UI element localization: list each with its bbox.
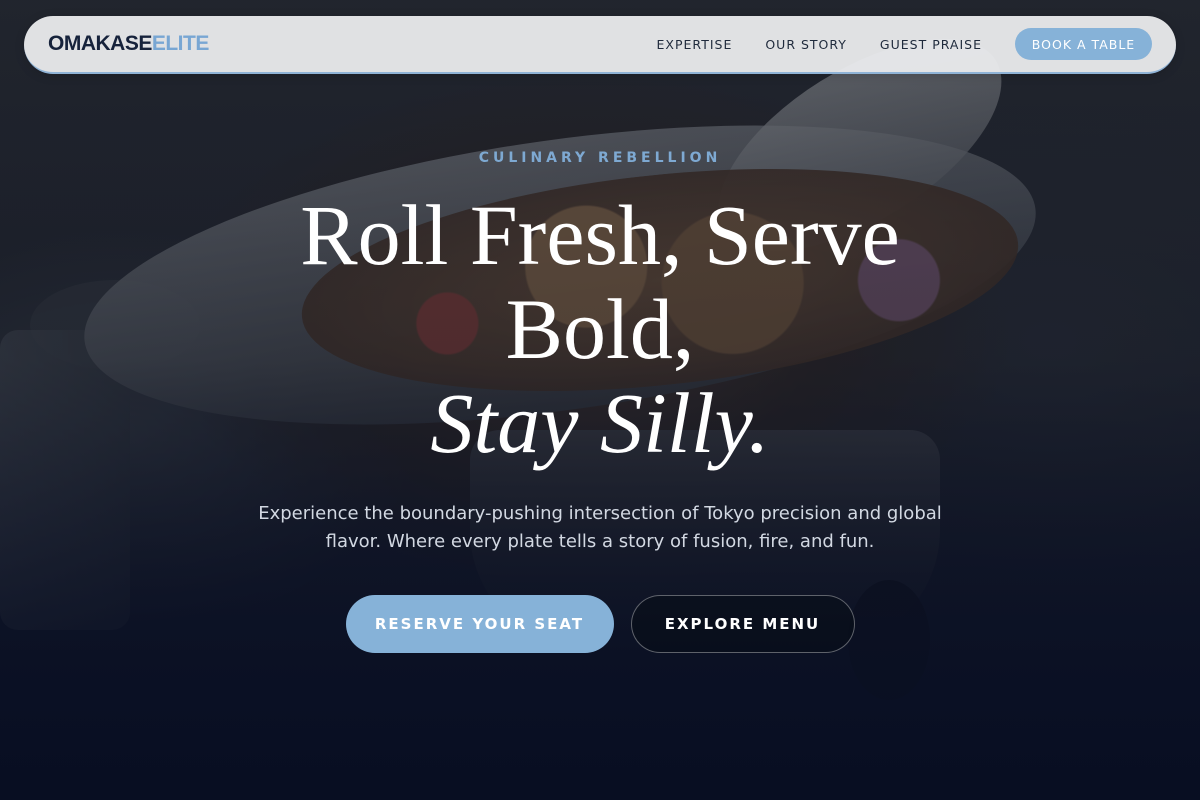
headline-line-3: Stay Silly.	[430, 375, 770, 471]
hero-cta-row: RESERVE YOUR SEAT EXPLORE MENU	[0, 595, 1200, 653]
hero-headline: Roll Fresh, Serve Bold, Stay Silly.	[0, 188, 1200, 470]
explore-menu-button[interactable]: EXPLORE MENU	[630, 595, 855, 653]
hero-eyebrow: CULINARY REBELLION	[478, 150, 722, 166]
hero-section: CULINARY REBELLION Roll Fresh, Serve Bol…	[0, 0, 1200, 800]
reserve-seat-button[interactable]: RESERVE YOUR SEAT	[345, 595, 614, 653]
headline-line-1: Roll Fresh, Serve	[300, 187, 900, 283]
headline-line-2: Bold,	[505, 281, 695, 377]
hero-subtext: Experience the boundary-pushing intersec…	[258, 503, 942, 552]
